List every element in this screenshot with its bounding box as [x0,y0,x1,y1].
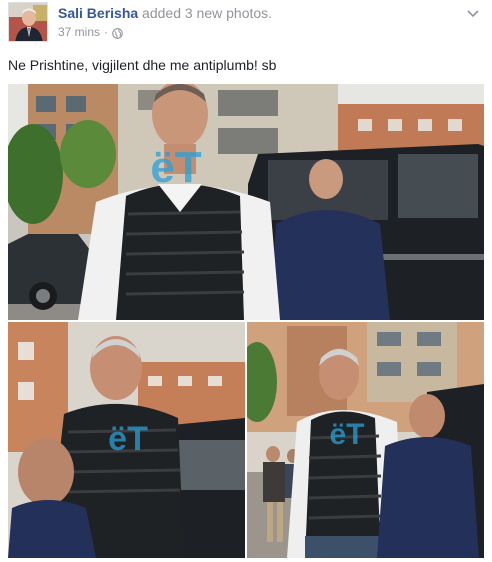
post-timestamp[interactable]: 37 mins [58,24,100,40]
post-action-text: added 3 new photos. [142,5,273,21]
watermark-text: ëT [329,418,364,451]
globe-icon[interactable] [112,27,123,39]
post-photo-1[interactable]: ëT [8,84,484,320]
post-text: Ne Prishtine, vigjilent dhe me antiplumb… [8,57,277,73]
chevron-down-icon[interactable] [466,6,480,18]
post-photo-2[interactable]: ëT [8,322,245,558]
watermark-text: ëT [150,143,201,192]
author-avatar[interactable] [8,2,48,42]
meta-separator: · [104,25,109,39]
watermark-text: ëT [108,420,148,458]
post-header-line: Sali Berisha added 3 new photos. [58,4,272,22]
facebook-post: Sali Berisha added 3 new photos. 37 mins… [0,0,492,562]
post-meta: 37 mins · [58,24,123,40]
author-name-link[interactable]: Sali Berisha [58,5,138,21]
post-photo-3[interactable]: ëT [247,322,484,558]
